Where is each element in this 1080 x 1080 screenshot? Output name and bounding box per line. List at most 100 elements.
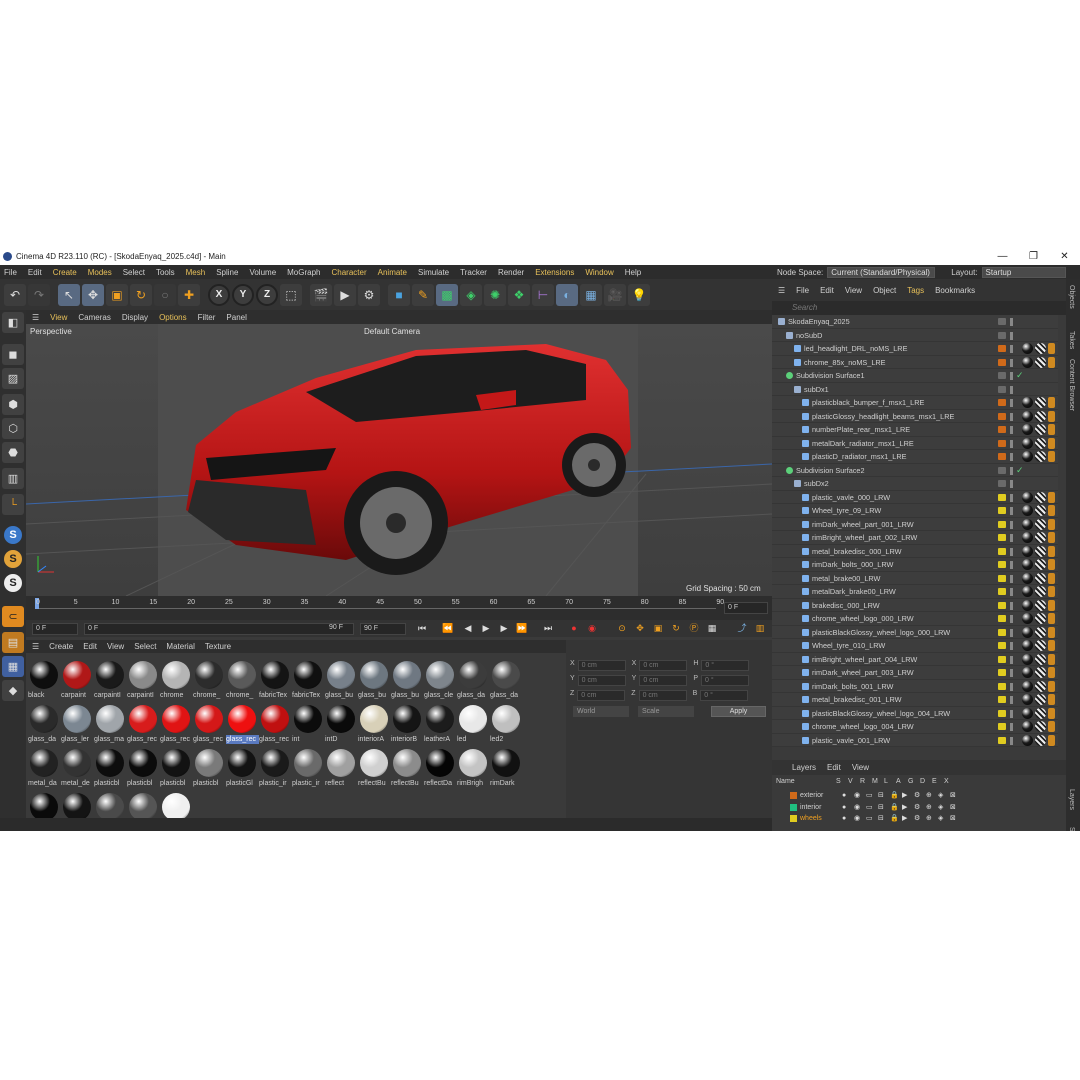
render-view-icon[interactable]: 🎬 — [310, 283, 332, 306]
size-y-field[interactable]: 0 cm — [639, 675, 688, 686]
previous-frame-icon[interactable]: ◀ — [460, 622, 476, 635]
object-menu-bookmarks[interactable]: Bookmarks — [935, 286, 975, 295]
visibility-dots-icon[interactable] — [1010, 358, 1013, 367]
material-tag-icon[interactable] — [1048, 707, 1055, 719]
layout-dropdown[interactable]: Startup — [981, 266, 1066, 278]
material-tag-icon[interactable] — [1022, 680, 1033, 692]
position-x-field[interactable]: 0 cm — [577, 660, 626, 671]
layer-color-tag[interactable] — [998, 480, 1006, 487]
object-menu-object[interactable]: Object — [873, 286, 896, 295]
extrude-generator-icon[interactable]: ◈ — [460, 283, 482, 306]
layer-toggle-icon[interactable]: ⊟ — [878, 813, 884, 824]
planar-workplane-icon[interactable]: ▦ — [2, 656, 24, 677]
material-tag-icon[interactable] — [1022, 424, 1033, 435]
visibility-dots-icon[interactable] — [1010, 426, 1013, 434]
menu-mesh[interactable]: Mesh — [186, 268, 206, 277]
menu-render[interactable]: Render — [498, 268, 524, 277]
object-row[interactable]: rimDark_wheel_part_001_LRW — [772, 518, 1058, 531]
layer-color-tag[interactable] — [998, 615, 1006, 622]
material-swatch[interactable]: plastic_ir — [292, 747, 324, 791]
material-tag-icon[interactable] — [1035, 424, 1046, 435]
material-tag-icon[interactable] — [1048, 518, 1055, 530]
visibility-dots-icon[interactable] — [1010, 736, 1013, 745]
layer-color-swatch[interactable] — [790, 792, 797, 799]
layer-row[interactable]: interior ● ◉ ▭ ⊟ 🔒 ▶ ⚙ ⊕ ◈ ⊠ — [772, 802, 1066, 813]
material-swatch[interactable]: int — [292, 703, 324, 747]
material-tag-icon[interactable] — [1022, 451, 1033, 462]
array-icon[interactable]: ❖ — [508, 283, 530, 306]
layer-column-header[interactable]: G — [908, 778, 913, 785]
layer-color-tag[interactable] — [998, 655, 1006, 663]
object-row[interactable]: Wheel_tyre_09_LRW — [772, 504, 1058, 518]
material-tag-icon[interactable] — [1048, 667, 1055, 678]
layer-color-tag[interactable] — [998, 547, 1006, 555]
material-swatch[interactable]: black — [28, 659, 60, 703]
material-tag-icon[interactable] — [1022, 707, 1033, 719]
layer-menu-layers[interactable]: Layers — [792, 763, 816, 772]
material-swatch[interactable]: plasticGl — [226, 747, 258, 791]
layer-toggle-icon[interactable]: ● — [842, 790, 846, 801]
viewport-menu-filter[interactable]: Filter — [198, 313, 216, 322]
material-tag-icon[interactable] — [1048, 410, 1055, 422]
layer-toggle-icon[interactable]: ⚙ — [914, 813, 920, 824]
material-tag-icon[interactable] — [1022, 667, 1033, 678]
material-tag-icon[interactable] — [1035, 721, 1046, 732]
null-object-row[interactable]: subDx1 — [772, 383, 1058, 396]
maximize-button[interactable]: ❐ — [1018, 248, 1049, 265]
layer-toggle-icon[interactable]: ⊕ — [926, 802, 932, 813]
material-swatch[interactable]: glass_da — [490, 659, 522, 703]
object-row[interactable]: plasticblack_bumper_f_msx1_LRE — [772, 396, 1058, 410]
dock-tab-str[interactable]: Str — [1068, 827, 1075, 831]
material-swatch[interactable]: reflect — [325, 747, 357, 791]
redo-icon[interactable]: ↷ — [28, 283, 50, 306]
material-tag-icon[interactable] — [1035, 707, 1046, 719]
go-to-end-icon[interactable]: ⏭ — [540, 622, 556, 635]
dock-tab-content-browser[interactable]: Content Browser — [1068, 359, 1075, 411]
minimize-button[interactable]: — — [987, 248, 1018, 265]
material-menu-edit[interactable]: Edit — [83, 642, 97, 651]
material-tag-icon[interactable] — [1035, 680, 1046, 692]
add-tool-icon[interactable]: ✚ — [178, 283, 200, 306]
previous-key-icon[interactable]: ⏪ — [440, 622, 456, 635]
layer-column-header[interactable]: V — [848, 778, 853, 785]
autokey-icon[interactable]: ◉ — [584, 622, 600, 635]
material-swatch[interactable]: glass_cle — [424, 659, 456, 703]
material-tag-icon[interactable] — [1022, 410, 1033, 422]
search-input[interactable]: Search — [792, 303, 817, 312]
uv-mode-icon[interactable]: ▥ — [2, 468, 24, 489]
menu-extensions[interactable]: Extensions — [535, 268, 574, 277]
key-parameter-icon[interactable]: Ⓟ — [686, 622, 702, 635]
z-axis-lock-icon[interactable]: Z — [256, 283, 278, 306]
material-tag-icon[interactable] — [1035, 451, 1046, 462]
object-row[interactable]: rimBright_wheel_part_002_LRW — [772, 531, 1058, 545]
solo-selection-icon[interactable]: S — [4, 574, 22, 592]
visibility-dots-icon[interactable] — [1010, 669, 1013, 677]
recent-tool-icon[interactable]: ○ — [154, 283, 176, 306]
object-menu-file[interactable]: File — [796, 286, 809, 295]
camera-icon[interactable]: 🎥 — [604, 283, 626, 306]
coordinate-system-icon[interactable]: ⬚ — [280, 283, 302, 306]
material-swatch[interactable]: led2 — [490, 703, 522, 747]
layer-toggle-icon[interactable]: ● — [842, 813, 846, 824]
layer-color-tag[interactable] — [998, 628, 1006, 636]
material-swatch[interactable]: plasticbl — [127, 747, 159, 791]
dock-tab-layers[interactable]: Layers — [1068, 789, 1075, 810]
layer-color-tag[interactable] — [998, 493, 1006, 501]
material-swatch[interactable]: fabricTex — [292, 659, 324, 703]
material-tag-icon[interactable] — [1048, 397, 1055, 408]
material-tag-icon[interactable] — [1048, 734, 1055, 746]
layer-toggle-icon[interactable]: ◉ — [854, 790, 860, 801]
layer-color-tag[interactable] — [998, 453, 1006, 460]
material-menu-view[interactable]: View — [107, 642, 124, 651]
material-menu-select[interactable]: Select — [134, 642, 156, 651]
visibility-dots-icon[interactable] — [1010, 534, 1013, 542]
material-tag-icon[interactable] — [1035, 667, 1046, 678]
layer-toggle-icon[interactable]: ⚙ — [914, 802, 920, 813]
layer-column-header[interactable]: A — [896, 778, 901, 785]
go-to-start-icon[interactable]: ⏮ — [414, 622, 430, 635]
viewport-menu-view[interactable]: View — [50, 313, 67, 322]
layer-color-tag[interactable] — [998, 507, 1006, 514]
layer-color-swatch[interactable] — [790, 815, 797, 822]
material-tag-icon[interactable] — [1048, 586, 1055, 597]
menu-create[interactable]: Create — [53, 268, 77, 277]
